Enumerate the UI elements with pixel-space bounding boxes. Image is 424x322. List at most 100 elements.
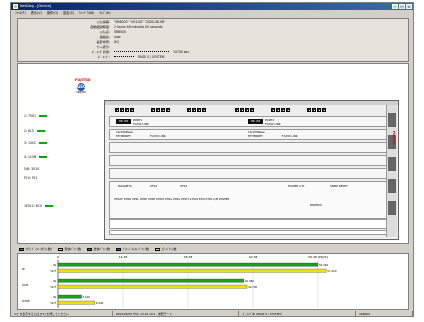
panel-strip-label: 0TRAF 0TRR 0TRL 0TRE 0TRE 0TRM 0TRA 0TRA… <box>114 197 230 201</box>
side-module <box>388 201 396 215</box>
legend-swatch <box>19 247 24 251</box>
rj45-port[interactable] <box>286 108 290 112</box>
port-status-label: 3: 100C <box>24 141 48 145</box>
status-polling: ﾎﾟｰﾘﾝｸﾞ中 (PAGE 0 / SYSTEM) <box>239 311 357 316</box>
rj45-port[interactable] <box>151 108 155 112</box>
menu-bar: ﾌｧｲﾙ(F) 表示(V) 操作(O) 設定(S) ｳｨﾝﾄﾞｳ(W) ﾍﾙﾌﾟ… <box>11 10 413 16</box>
x-tick-label: 0 <box>57 255 59 259</box>
status-help: ﾍﾙﾌﾟを表示するには [F1] を押してください <box>11 311 113 316</box>
title-bar: NetDiag - [Device] _ □ × <box>11 3 413 10</box>
polling-status-value: 10750 sec. <box>173 50 191 54</box>
info-row: ﾎﾟｰﾘﾝｸﾞ: PAGE 0 / SYSTEM <box>18 55 410 60</box>
slot-label: FC/D0 LINK <box>265 122 281 126</box>
status-led <box>36 129 45 133</box>
window-title: NetDiag - [Device] <box>20 4 52 8</box>
line-card-slot-5[interactable] <box>109 168 387 179</box>
menu-file[interactable]: ﾌｧｲﾙ(F) <box>15 10 26 16</box>
bar <box>57 294 82 299</box>
panel-label: MAGNETS <box>118 184 132 188</box>
panel-label: SNMP RESET <box>330 184 348 188</box>
logo-brand: FUJITSU <box>75 78 91 82</box>
side-module <box>388 157 396 171</box>
polling-page-value: PAGE 0 / SYSTEM <box>138 55 165 59</box>
bar-label: OUT <box>50 269 56 273</box>
rj45-port[interactable] <box>240 108 244 112</box>
ventilation-grill <box>109 219 387 229</box>
minimize-button[interactable]: _ <box>392 4 398 9</box>
menu-settings[interactable]: 設定(S) <box>63 10 74 16</box>
port-status-label: 1: 75V1 <box>24 114 48 118</box>
line-card-slot-4[interactable] <box>109 155 387 166</box>
bar-data-label: 56.384 <box>319 263 328 267</box>
group-label: IP <box>22 267 25 271</box>
line-card-slot-3[interactable] <box>109 142 387 153</box>
rj45-port[interactable] <box>245 108 249 112</box>
chart-canvas: 0 14,38 28,38 42,38 56,38 [Pkt/S] IP IN 56.384 O… <box>22 255 337 308</box>
chassis-top <box>105 101 398 105</box>
slot-label: FC/D0 LINK <box>282 134 298 138</box>
menu-view[interactable]: 表示(V) <box>31 10 42 16</box>
legend-item: 送信ﾊﾟｹｯﾄ数 <box>87 247 110 251</box>
rj45-port[interactable] <box>156 108 160 112</box>
chassis-brand-vertical: FUJITSU <box>392 131 396 145</box>
polling-progress-dots <box>114 50 169 54</box>
logo-badge: GEO <box>77 83 87 91</box>
line-card-slot-2[interactable]: 10/100Base ETHERNET FC/D0 LINK 10/100Bas… <box>109 129 387 140</box>
menu-operation[interactable]: 操作(O) <box>47 10 58 16</box>
application-window: NetDiag - [Device] _ □ × ﾌｧｲﾙ(F) 表示(V) 操… <box>10 2 414 317</box>
rj45-port[interactable] <box>281 108 285 112</box>
rj45-port[interactable] <box>317 108 321 112</box>
panel-strip-label: MSEBUS <box>310 203 322 207</box>
bar-data-label: 40.700 <box>248 285 257 289</box>
x-tick-label: 28,38 <box>184 255 193 259</box>
bar <box>57 284 248 289</box>
device-logo: FUJITSU GEO SR8000 <box>75 78 91 94</box>
bar-label: IN <box>53 279 56 283</box>
rj45-port[interactable] <box>235 108 239 112</box>
side-module <box>388 179 396 193</box>
rj45-port[interactable] <box>276 108 280 112</box>
status-led <box>39 114 48 118</box>
seven-seg-display: 00 00 <box>116 119 131 124</box>
bar-data-label: 8.440 <box>96 301 104 305</box>
rj45-port[interactable] <box>115 108 119 112</box>
rj45-port[interactable] <box>187 108 191 112</box>
rj45-port[interactable] <box>130 108 134 112</box>
rj45-port[interactable] <box>125 108 129 112</box>
legend-item: 受信ﾊﾟｹｯﾄ数 <box>57 247 81 251</box>
rj45-port[interactable] <box>307 108 311 112</box>
bar-data-label: 5.100 <box>83 295 91 299</box>
rj45-port[interactable] <box>312 108 316 112</box>
rj45-port[interactable] <box>161 108 165 112</box>
rj45-port[interactable] <box>271 108 275 112</box>
bar <box>57 300 96 305</box>
rj45-port[interactable] <box>322 108 326 112</box>
bar <box>57 278 244 283</box>
menu-window[interactable]: ｳｨﾝﾄﾞｳ(W) <box>79 10 94 16</box>
system-info-panel: ｼｽﾃﾑ情報: "SR8000" "V01.00" "2000.08.08" 起… <box>17 18 409 62</box>
bar-label: OUT <box>50 301 56 305</box>
rj45-port[interactable] <box>250 108 254 112</box>
slot-label: FC/D0 LINK <box>150 134 166 138</box>
panel-label: POWER CTL <box>288 184 305 188</box>
traffic-bar-chart: 0 14,38 28,38 42,38 56,38 [Pkt/S] IP IN 56.384 O… <box>17 253 409 310</box>
device-diagram-panel: FUJITSU GEO SR8000 1: 75V1 2: 6L3 3: 100… <box>17 63 409 244</box>
port-status-label: 4: 1L0M <box>24 155 48 159</box>
logo-model: SR8000 <box>76 91 86 94</box>
rj45-port[interactable] <box>197 108 201 112</box>
x-tick-label: 42,38 <box>249 255 258 259</box>
menu-help[interactable]: ﾍﾙﾌﾟ(H) <box>99 10 110 16</box>
rj45-port[interactable] <box>202 108 206 112</box>
rj45-port[interactable] <box>120 108 124 112</box>
line-card-slot-1[interactable]: 00 00 PORT1 FC/D0 LINK 00 00 PORT2 FC/D0… <box>109 116 387 127</box>
bar-data-label: 57.400 <box>327 269 336 273</box>
chassis-side-column <box>386 105 397 237</box>
panel-label: UFS3 <box>180 184 188 188</box>
rj45-port[interactable] <box>192 108 196 112</box>
status-device: SR8000 <box>356 311 413 316</box>
close-button[interactable]: × <box>406 4 412 9</box>
rj45-port[interactable] <box>166 108 170 112</box>
maximize-button[interactable]: □ <box>399 4 405 9</box>
seven-seg-display: 00 00 <box>248 119 263 124</box>
info-value: PAGE 0 / SYSTEM <box>114 55 164 60</box>
